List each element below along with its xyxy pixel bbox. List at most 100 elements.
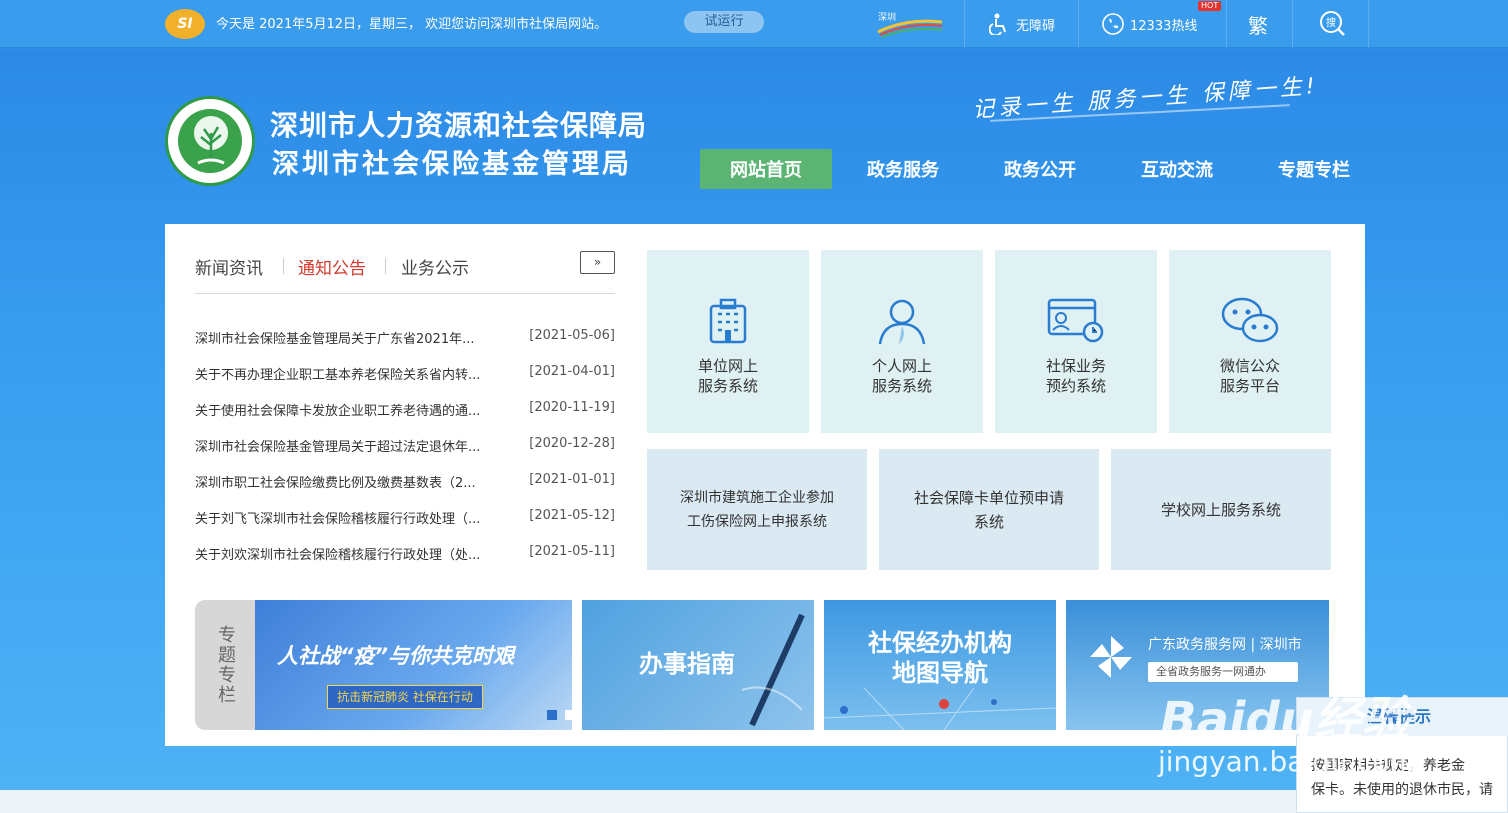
service-label: 社保业务 bbox=[1045, 357, 1106, 375]
news-date: [2021-05-12] bbox=[529, 508, 615, 523]
si-logo-icon: SI bbox=[165, 9, 205, 39]
banner-title: 广东政务服务网 | 深圳市 bbox=[1148, 637, 1302, 653]
appointment-icon bbox=[1047, 298, 1104, 343]
news-tabs: 新闻资讯 通知公告 业务公示 bbox=[195, 254, 615, 294]
service-tile-construction-injury[interactable]: 深圳市建筑施工企业参加 工伤保险网上申报系统 bbox=[647, 449, 867, 570]
hotline-label: 12333热线 bbox=[1130, 18, 1198, 34]
service-tile-wechat[interactable]: 微信公众 服务平台 bbox=[1169, 250, 1331, 433]
service-label: 服务平台 bbox=[1219, 377, 1280, 395]
carousel-dot-active[interactable] bbox=[565, 710, 572, 720]
tab-notices[interactable]: 通知公告 bbox=[298, 254, 366, 279]
svg-text:搜: 搜 bbox=[1326, 16, 1336, 29]
main-content-card: 新闻资讯 通知公告 业务公示 » 深圳市社会保险基金管理局关于广东省2021年.… bbox=[165, 224, 1365, 746]
service-label: 服务系统 bbox=[871, 377, 932, 395]
banner-subtitle: 抗击新冠肺炎 社保在行动 bbox=[327, 685, 483, 709]
topbar-divider bbox=[1078, 0, 1079, 48]
news-title[interactable]: 深圳市职工社会保险缴费比例及缴费基数表（2... bbox=[195, 472, 505, 491]
shenzhen-brand-icon[interactable]: 深圳 bbox=[876, 8, 944, 38]
news-date: [2021-01-01] bbox=[529, 472, 615, 487]
topbar-divider bbox=[964, 0, 965, 48]
tab-divider bbox=[385, 258, 386, 274]
news-item[interactable]: 关于使用社会保障卡发放企业职工养老待遇的通... [2020-11-19] bbox=[195, 400, 615, 420]
wheelchair-icon bbox=[988, 13, 1010, 35]
banner-covid[interactable]: 人社战“疫”与你共克时艰 抗击新冠肺炎 社保在行动 bbox=[255, 600, 572, 730]
news-date: [2021-04-01] bbox=[529, 364, 615, 379]
service-label: 社会保障卡单位预申请 bbox=[913, 488, 1064, 507]
person-icon bbox=[878, 299, 926, 345]
topbar-divider bbox=[1292, 0, 1293, 48]
news-date: [2020-11-19] bbox=[529, 400, 615, 415]
news-title[interactable]: 关于使用社会保障卡发放企业职工养老待遇的通... bbox=[195, 400, 505, 419]
news-item[interactable]: 关于不再办理企业职工基本养老保险关系省内转... [2021-04-01] bbox=[195, 364, 615, 384]
service-tile-personal[interactable]: 个人网上 服务系统 bbox=[821, 250, 983, 433]
hotline-link[interactable]: 12333热线 bbox=[1102, 0, 1197, 48]
news-title[interactable]: 关于刘飞飞深圳市社会保险稽核履行行政处理（... bbox=[195, 508, 505, 527]
tab-news[interactable]: 新闻资讯 bbox=[195, 254, 263, 279]
tab-business[interactable]: 业务公示 bbox=[401, 254, 469, 279]
baidu-watermark-url: jingyan.baidu.com bbox=[1158, 745, 1417, 778]
bureau-emblem-icon bbox=[165, 96, 255, 186]
news-title[interactable]: 深圳市社会保险基金管理局关于广东省2021年... bbox=[195, 328, 505, 347]
news-title[interactable]: 关于刘欢深圳市社会保险稽核履行行政处理（处... bbox=[195, 544, 505, 563]
news-item[interactable]: 深圳市社会保险基金管理局关于超过法定退休年... [2020-12-28] bbox=[195, 436, 615, 456]
top-bar: SI 今天是 2021年5月12日，星期三， 欢迎您访问深圳市社保局网站。 试运… bbox=[0, 0, 1508, 48]
service-label: 单位网上 bbox=[697, 357, 758, 375]
map-pins-icon bbox=[824, 688, 1056, 730]
service-tile-appointment[interactable]: 社保业务 预约系统 bbox=[995, 250, 1157, 433]
topbar-divider bbox=[1368, 0, 1369, 48]
news-item[interactable]: 关于刘欢深圳市社会保险稽核履行行政处理（处... [2021-05-11] bbox=[195, 544, 615, 564]
svg-text:深圳: 深圳 bbox=[878, 12, 896, 22]
news-date: [2020-12-28] bbox=[529, 436, 615, 451]
banner-guide[interactable]: 办事指南 bbox=[582, 600, 814, 730]
banner-title: 人社战“疫”与你共克时艰 bbox=[277, 644, 515, 668]
service-label: 深圳市建筑施工企业参加 bbox=[680, 489, 834, 506]
fund-bureau-title: 深圳市社会保险基金管理局 bbox=[272, 149, 632, 180]
news-item[interactable]: 关于刘飞飞深圳市社会保险稽核履行行政处理（... [2021-05-12] bbox=[195, 508, 615, 528]
baidu-watermark: Baidu经验 bbox=[1160, 692, 1410, 748]
service-label: 学校网上服务系统 bbox=[1160, 500, 1281, 519]
wechat-icon bbox=[1221, 297, 1279, 343]
popup-line: 保卡。未使用的退休市民，请 bbox=[1311, 782, 1493, 798]
carousel-dots bbox=[547, 710, 572, 720]
traditional-chinese-toggle[interactable]: 繁 bbox=[1248, 10, 1268, 39]
special-column-label: 专题专栏 bbox=[195, 600, 255, 730]
news-date: [2021-05-06] bbox=[529, 328, 615, 343]
service-label: 个人网上 bbox=[871, 357, 932, 375]
accessibility-label: 无障碍 bbox=[1016, 18, 1056, 34]
banner-subtitle: 全省政务服务一网通办 bbox=[1148, 662, 1298, 682]
news-title[interactable]: 深圳市社会保险基金管理局关于超过法定退休年... bbox=[195, 436, 505, 455]
banner-map[interactable]: 社保经办机构 地图导航 bbox=[824, 600, 1056, 730]
nav-gov-services[interactable]: 政务服务 bbox=[837, 149, 969, 189]
more-news-button[interactable]: » bbox=[580, 251, 615, 274]
nav-interaction[interactable]: 互动交流 bbox=[1111, 149, 1243, 189]
phone-icon bbox=[1102, 13, 1124, 35]
accessibility-link[interactable]: 无障碍 bbox=[988, 0, 1055, 48]
news-item[interactable]: 深圳市社会保险基金管理局关于广东省2021年... [2021-05-06] bbox=[195, 328, 615, 348]
topbar-divider bbox=[1226, 0, 1227, 48]
service-label: 微信公众 bbox=[1219, 357, 1280, 375]
banner-title: 社保经办机构 bbox=[868, 629, 1012, 657]
bureau-title: 深圳市人力资源和社会保障局 bbox=[270, 109, 648, 142]
service-tile-school[interactable]: 学校网上服务系统 bbox=[1111, 449, 1331, 570]
news-title[interactable]: 关于不再办理企业职工基本养老保险关系省内转... bbox=[195, 364, 505, 383]
banner-title: 地图导航 bbox=[892, 659, 988, 687]
tab-divider bbox=[283, 258, 284, 274]
service-label: 系统 bbox=[973, 512, 1004, 531]
footer-strip bbox=[0, 790, 1508, 813]
nav-special-topics[interactable]: 专题专栏 bbox=[1248, 149, 1380, 189]
search-icon[interactable]: 搜 bbox=[1318, 9, 1346, 37]
building-icon bbox=[709, 298, 747, 344]
nav-gov-disclosure[interactable]: 政务公开 bbox=[974, 149, 1106, 189]
service-tile-company[interactable]: 单位网上 服务系统 bbox=[647, 250, 809, 433]
trial-run-button[interactable]: 试运行 bbox=[684, 11, 764, 33]
pinwheel-icon bbox=[1090, 636, 1132, 678]
service-label: 服务系统 bbox=[697, 377, 758, 395]
nav-home[interactable]: 网站首页 bbox=[700, 149, 832, 189]
news-date: [2021-05-11] bbox=[529, 544, 615, 559]
service-label: 预约系统 bbox=[1045, 377, 1106, 395]
service-tile-card-preapply[interactable]: 社会保障卡单位预申请 系统 bbox=[879, 449, 1099, 570]
news-item[interactable]: 深圳市职工社会保险缴费比例及缴费基数表（2... [2021-01-01] bbox=[195, 472, 615, 492]
pen-icon bbox=[741, 613, 805, 727]
service-label: 工伤保险网上申报系统 bbox=[687, 513, 827, 530]
carousel-dot[interactable] bbox=[547, 710, 557, 720]
